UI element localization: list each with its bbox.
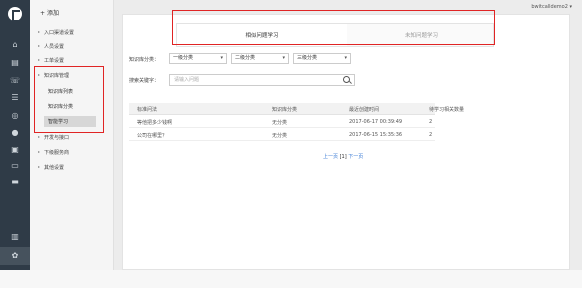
table-header: 标准问法 知识库分类 最近创建时间 待学习相关数量 [129, 103, 464, 115]
submenu-item-ticket[interactable]: 工单设置 [38, 57, 64, 64]
chat-icon[interactable]: ● [10, 128, 20, 137]
user-menu[interactable]: bwitcalldemo2 ▾ [531, 4, 572, 10]
app-rail: ⌂ ▤ ☏ ☰ ◎ ● ▣ ▭ ▬ ▥ ✿ [0, 0, 30, 288]
search-icon[interactable] [343, 76, 350, 83]
list-icon[interactable]: ☰ [10, 93, 20, 102]
level1-select[interactable]: 一级分类 ▾ [169, 53, 227, 64]
row-category: 无分类 [272, 120, 288, 126]
submenu-item-entry-channel[interactable]: 入口渠道设置 [38, 29, 74, 36]
submenu-item-dev-api[interactable]: 开发与接口 [38, 134, 69, 141]
level2-select-value: 二级分类 [235, 55, 256, 61]
chevron-down-icon: ▾ [344, 55, 347, 61]
row-created: 2017-06-17 00:39:49 [349, 119, 403, 125]
col-category: 知识库分类 [272, 107, 298, 113]
search-label: 搜索关键字： [129, 78, 160, 84]
home-icon[interactable]: ⌂ [10, 40, 20, 49]
gear-icon[interactable]: ✿ [10, 251, 20, 260]
submenu-item-staff[interactable]: 人员设置 [38, 43, 64, 50]
table-row[interactable]: 公司在哪里？ 无分类 2017-06-15 15:35:36 2 [129, 129, 435, 141]
row-question: 等他把多少钱啊 [137, 120, 173, 126]
db-icon[interactable]: ▭ [10, 161, 20, 170]
col-pending-count: 待学习相关数量 [429, 107, 465, 113]
folder-icon[interactable]: ▬ [10, 177, 20, 186]
search-input[interactable] [170, 75, 330, 85]
level1-select-value: 一级分类 [173, 55, 194, 61]
bottom-strip [0, 270, 582, 288]
next-page-link[interactable]: 下一页 [348, 154, 363, 160]
doc-icon[interactable]: ▤ [10, 58, 20, 67]
col-created: 最近创建时间 [349, 107, 380, 113]
table-row[interactable]: 等他把多少钱啊 无分类 2017-06-17 00:39:49 2 [129, 116, 435, 128]
add-button-label: 添加 [46, 10, 59, 17]
chart-icon[interactable]: ▥ [10, 232, 20, 241]
chevron-down-icon: ▾ [220, 55, 223, 61]
row-question: 公司在哪里？ [137, 133, 168, 139]
row-pending-count: 2 [429, 119, 433, 125]
category-label: 知识库分类： [129, 57, 160, 63]
settings-submenu: + 添加 入口渠道设置 人员设置 工单设置 知识库管理 知识库列表 知识库分类 … [30, 0, 114, 288]
submenu-item-sub-provider[interactable]: 下级服务商 [38, 149, 69, 156]
highlight-box-knowledge-menu [34, 66, 104, 133]
search-box [169, 74, 355, 86]
prev-page-link[interactable]: 上一页 [323, 154, 338, 160]
target-icon[interactable]: ◎ [10, 111, 20, 120]
row-category: 无分类 [272, 133, 288, 139]
row-pending-count: 2 [429, 132, 433, 138]
add-button[interactable]: + 添加 [40, 8, 59, 17]
level3-select[interactable]: 三级分类 ▾ [293, 53, 351, 64]
id-icon[interactable]: ▣ [10, 145, 20, 154]
level2-select[interactable]: 二级分类 ▾ [231, 53, 289, 64]
col-question: 标准问法 [137, 107, 158, 113]
current-page: [1] [339, 154, 347, 160]
app-logo [8, 7, 22, 22]
chevron-down-icon: ▾ [282, 55, 285, 61]
row-created: 2017-06-15 15:35:36 [349, 132, 403, 138]
pagination: 上一页 [1] 下一页 [323, 153, 363, 160]
submenu-item-other[interactable]: 其他设置 [38, 164, 64, 171]
level3-select-value: 三级分类 [297, 55, 318, 61]
highlight-box-tabs [172, 10, 495, 45]
main-card: 相似问题学习 未知问题学习 知识库分类： 一级分类 ▾ 二级分类 ▾ 三级分类 ▾ 搜… [122, 14, 570, 270]
phone-icon[interactable]: ☏ [10, 76, 20, 85]
